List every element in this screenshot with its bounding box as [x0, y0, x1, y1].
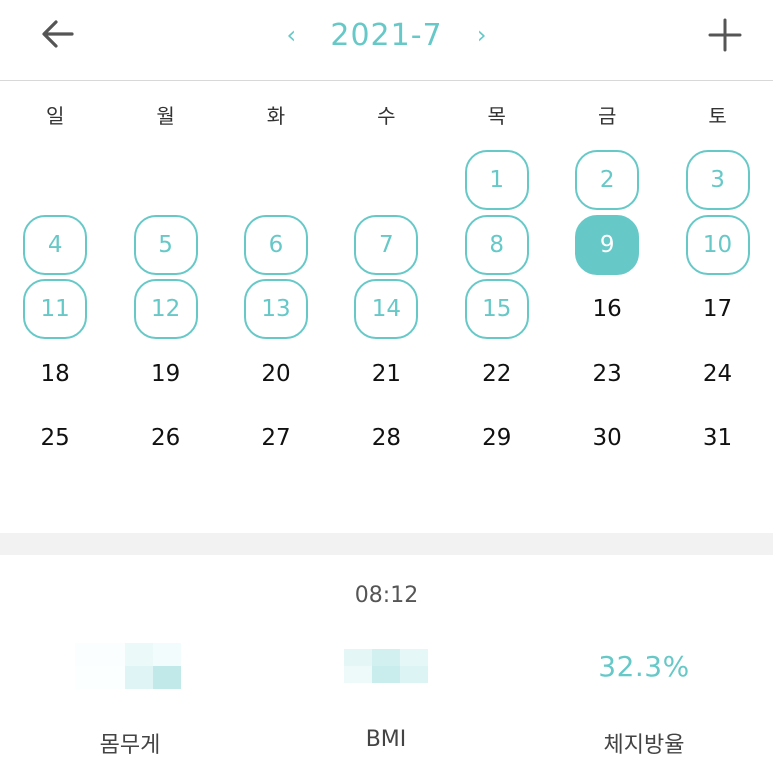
weight-label: 몸무게: [99, 733, 161, 758]
day-19[interactable]: 19: [134, 344, 198, 404]
month-title: 2021-7: [330, 17, 443, 53]
day-cell: 2: [552, 148, 662, 213]
day-cell: 9: [552, 213, 662, 278]
day-12[interactable]: 12: [133, 279, 198, 340]
weekday-header: 일 월 화 수 목 금 토: [0, 100, 773, 129]
day-16[interactable]: 16: [575, 279, 639, 339]
weekday-fri: 금: [597, 104, 617, 128]
day-cell: 20: [221, 342, 331, 407]
day-6[interactable]: 6: [243, 214, 308, 275]
body-fat-label: 체지방율: [603, 733, 685, 758]
day-cell: 18: [0, 342, 110, 407]
day-8[interactable]: 8: [464, 214, 529, 275]
empty-cell: [110, 148, 220, 213]
day-cell: 26: [110, 406, 220, 471]
add-record-button[interactable]: [705, 16, 745, 56]
record-time: 08:12: [354, 583, 419, 608]
day-4[interactable]: 4: [23, 214, 88, 275]
day-17[interactable]: 17: [686, 279, 750, 339]
section-divider: [0, 533, 773, 555]
weekday-tue: 화: [266, 104, 286, 128]
day-cell: 12: [110, 277, 220, 342]
day-18[interactable]: 18: [23, 344, 87, 404]
day-10[interactable]: 10: [685, 214, 750, 275]
body-fat-percentage: 32.3%: [598, 649, 690, 683]
day-13[interactable]: 13: [243, 279, 308, 340]
bmi-value: [276, 643, 496, 689]
day-21[interactable]: 21: [354, 344, 418, 404]
weekday-mon: 월: [156, 104, 175, 128]
day-cell: 11: [0, 277, 110, 342]
weekday-sun: 일: [45, 104, 65, 128]
day-cell: 19: [110, 342, 220, 407]
day-cell: 24: [662, 342, 772, 407]
weekday-wed: 수: [377, 104, 396, 128]
day-cell: 30: [552, 406, 662, 471]
day-cell: 10: [662, 213, 772, 278]
day-cell: 21: [331, 342, 441, 407]
day-cell: 16: [552, 277, 662, 342]
weekday-thu: 목: [487, 104, 506, 128]
day-cell: 6: [221, 213, 331, 278]
day-2[interactable]: 2: [575, 150, 640, 211]
month-navigator: ‹ 2021-7 ›: [0, 0, 773, 70]
day-9[interactable]: 9: [575, 214, 640, 275]
day-3[interactable]: 3: [685, 150, 750, 211]
day-7[interactable]: 7: [354, 214, 419, 275]
day-cell: 7: [331, 213, 441, 278]
weight-value: [20, 643, 240, 689]
day-cell: 22: [442, 342, 552, 407]
day-23[interactable]: 23: [575, 344, 639, 404]
day-cell: 13: [221, 277, 331, 342]
day-30[interactable]: 30: [575, 408, 639, 468]
day-20[interactable]: 20: [244, 344, 308, 404]
empty-cell: [221, 148, 331, 213]
day-29[interactable]: 29: [465, 408, 529, 468]
weekday-sat: 토: [708, 104, 727, 128]
day-22[interactable]: 22: [465, 344, 529, 404]
day-25[interactable]: 25: [23, 408, 87, 468]
day-5[interactable]: 5: [133, 214, 198, 275]
next-month-button[interactable]: ›: [467, 21, 497, 49]
day-1[interactable]: 1: [464, 150, 529, 211]
day-cell: 28: [331, 406, 441, 471]
back-button[interactable]: [38, 16, 78, 56]
day-15[interactable]: 15: [464, 279, 529, 340]
day-14[interactable]: 14: [354, 279, 419, 340]
day-cell: 17: [662, 277, 772, 342]
day-cell: 25: [0, 406, 110, 471]
day-28[interactable]: 28: [354, 408, 418, 468]
day-27[interactable]: 27: [244, 408, 308, 468]
day-26[interactable]: 26: [134, 408, 198, 468]
day-cell: 27: [221, 406, 331, 471]
weight-value-redacted: [75, 643, 185, 689]
day-11[interactable]: 11: [23, 279, 88, 340]
prev-month-button[interactable]: ‹: [276, 21, 306, 49]
day-cell: 4: [0, 213, 110, 278]
bmi-value-redacted: [344, 649, 428, 683]
empty-cell: [331, 148, 441, 213]
body-fat-value: 32.3%: [534, 643, 754, 689]
day-cell: 1: [442, 148, 552, 213]
day-grid: 1 2 3 4 5 6 7 8 9 10 11 12 13 14 15 16 17 18 19 20 21 22 23 24 2…: [0, 148, 773, 471]
day-cell: 3: [662, 148, 772, 213]
day-cell: 31: [662, 406, 772, 471]
bmi-label: BMI: [365, 727, 407, 752]
day-cell: 29: [442, 406, 552, 471]
day-cell: 8: [442, 213, 552, 278]
empty-cell: [0, 148, 110, 213]
daily-summary-panel: 08:12 32.3% 몸무게 BMI 체지방율: [0, 555, 773, 781]
day-cell: 14: [331, 277, 441, 342]
day-cell: 15: [442, 277, 552, 342]
day-cell: 5: [110, 213, 220, 278]
day-24[interactable]: 24: [686, 344, 750, 404]
app-header: ‹ 2021-7 ›: [0, 0, 773, 81]
plus-icon: [708, 18, 742, 52]
arrow-left-icon: [42, 20, 74, 48]
day-31[interactable]: 31: [686, 408, 750, 468]
day-cell: 23: [552, 342, 662, 407]
